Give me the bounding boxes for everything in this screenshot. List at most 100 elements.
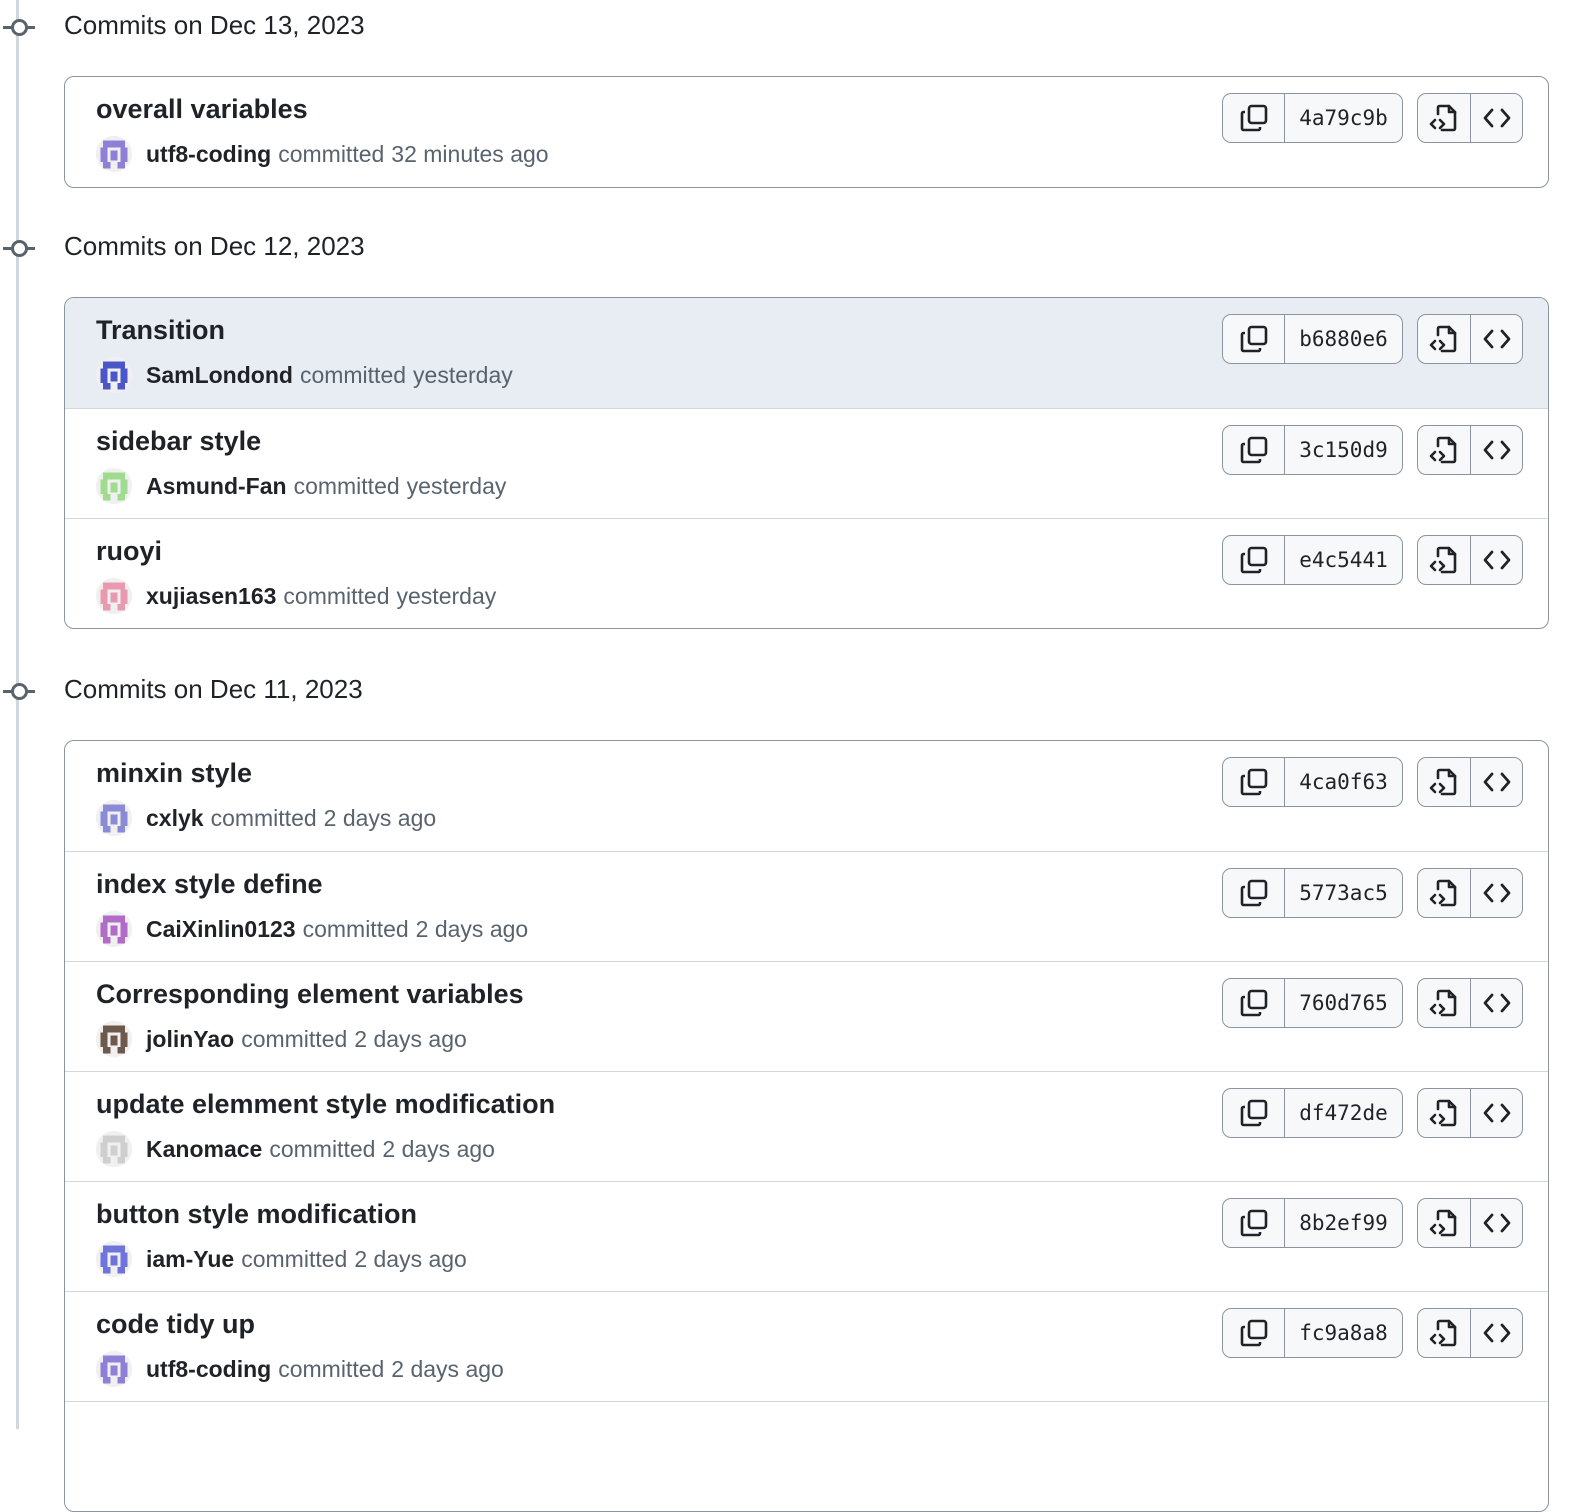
file-code-icon (1427, 876, 1461, 910)
commit-group: Commits on Dec 12, 2023 Transition SamLon… (0, 221, 1569, 629)
copy-sha-button[interactable] (1223, 1089, 1284, 1137)
commit-action: committed (210, 804, 317, 831)
view-commit-details-button[interactable] (1418, 869, 1470, 917)
browse-repo-button[interactable] (1470, 758, 1522, 806)
commit-time: yesterday (406, 472, 507, 499)
commit-sha-link[interactable]: b6880e6 (1284, 315, 1402, 363)
view-commit-details-button[interactable] (1418, 1199, 1470, 1247)
author-link[interactable]: jolinYao (146, 1026, 234, 1053)
commit-action: committed (278, 1355, 385, 1382)
author-link[interactable]: xujiasen163 (146, 583, 276, 610)
author-link[interactable]: utf8-coding (146, 141, 271, 168)
commit-sha-link[interactable]: e4c5441 (1284, 536, 1402, 584)
commit-sha-link[interactable]: 760d765 (1284, 979, 1402, 1027)
author-link[interactable]: iam-Yue (146, 1246, 234, 1273)
commit-title-link[interactable]: sidebar style (96, 426, 261, 457)
browse-repo-button[interactable] (1470, 315, 1522, 363)
commit-title-link[interactable]: minxin style (96, 758, 252, 789)
commit-title-link[interactable]: ruoyi (96, 536, 162, 567)
commit-row: Corresponding element variables jolinYao c… (65, 961, 1548, 1071)
view-commit-details-button[interactable] (1418, 94, 1470, 142)
commit-title-link[interactable]: index style define (96, 869, 323, 900)
file-code-icon (1427, 1316, 1461, 1350)
commit-sha-link[interactable]: df472de (1284, 1089, 1402, 1137)
commit-title-link[interactable]: code tidy up (96, 1309, 255, 1340)
view-button-group (1417, 1308, 1523, 1358)
copy-sha-button[interactable] (1223, 758, 1284, 806)
author-link[interactable]: utf8-coding (146, 1356, 271, 1383)
commit-group: Commits on Dec 11, 2023 minxin style cxly… (0, 664, 1569, 1512)
view-commit-details-button[interactable] (1418, 979, 1470, 1027)
view-commit-details-button[interactable] (1418, 426, 1470, 474)
file-code-icon (1427, 986, 1461, 1020)
view-commit-details-button[interactable] (1418, 315, 1470, 363)
code-icon (1481, 987, 1513, 1019)
copy-sha-button[interactable] (1223, 536, 1284, 584)
author-link[interactable]: cxlyk (146, 805, 204, 832)
commit-sha-link[interactable]: 5773ac5 (1284, 869, 1402, 917)
avatar[interactable] (96, 800, 132, 836)
commit-row (65, 1401, 1548, 1511)
browse-repo-button[interactable] (1470, 979, 1522, 1027)
commit-meta: utf8-coding committed 2 days ago (96, 1350, 504, 1388)
browse-repo-button[interactable] (1470, 1199, 1522, 1247)
commit-row: Transition SamLondond committed yesterday b6… (65, 298, 1548, 408)
commit-sha-link[interactable]: 3c150d9 (1284, 426, 1402, 474)
copy-sha-button[interactable] (1223, 1199, 1284, 1247)
avatar[interactable] (96, 468, 132, 504)
commit-meta: SamLondond committed yesterday (96, 356, 513, 394)
avatar[interactable] (96, 578, 132, 614)
commit-sha-link[interactable]: 4ca0f63 (1284, 758, 1402, 806)
commit-meta: jolinYao committed 2 days ago (96, 1020, 467, 1058)
view-commit-details-button[interactable] (1418, 536, 1470, 584)
commit-row: minxin style cxlyk committed 2 days ago 4ca0… (65, 741, 1548, 851)
copy-sha-button[interactable] (1223, 1309, 1284, 1357)
view-commit-details-button[interactable] (1418, 758, 1470, 806)
commit-title-link[interactable]: Transition (96, 315, 225, 346)
browse-repo-button[interactable] (1470, 536, 1522, 584)
copy-sha-button[interactable] (1223, 869, 1284, 917)
sha-button-group: e4c5441 (1222, 535, 1403, 585)
code-icon (1481, 544, 1513, 576)
commit-title-link[interactable]: Corresponding element variables (96, 979, 524, 1010)
copy-sha-button[interactable] (1223, 979, 1284, 1027)
commit-action: committed (293, 472, 400, 499)
commit-sha-link[interactable]: 4a79c9b (1284, 94, 1402, 142)
avatar[interactable] (96, 357, 132, 393)
view-commit-details-button[interactable] (1418, 1309, 1470, 1357)
file-code-icon (1427, 765, 1461, 799)
commit-meta: CaiXinlin0123 committed 2 days ago (96, 910, 528, 948)
author-link[interactable]: Asmund-Fan (146, 473, 287, 500)
copy-sha-button[interactable] (1223, 426, 1284, 474)
view-commit-details-button[interactable] (1418, 1089, 1470, 1137)
commit-meta: cxlyk committed 2 days ago (96, 799, 436, 837)
browse-repo-button[interactable] (1470, 426, 1522, 474)
commit-time: 2 days ago (382, 1135, 495, 1162)
sha-button-group: b6880e6 (1222, 314, 1403, 364)
commit-action: committed (302, 915, 409, 942)
copy-sha-button[interactable] (1223, 315, 1284, 363)
browse-repo-button[interactable] (1470, 1309, 1522, 1357)
commit-title-link[interactable]: overall variables (96, 94, 308, 125)
author-link[interactable]: Kanomace (146, 1136, 262, 1163)
avatar[interactable] (96, 1131, 132, 1167)
commit-row: code tidy up utf8-coding committed 2 days a… (65, 1291, 1548, 1401)
commit-time: 2 days ago (391, 1355, 504, 1382)
commit-sha-link[interactable]: fc9a8a8 (1284, 1309, 1402, 1357)
author-link[interactable]: SamLondond (146, 362, 293, 389)
commit-title-link[interactable]: button style modification (96, 1199, 417, 1230)
avatar[interactable] (96, 1021, 132, 1057)
avatar[interactable] (96, 1241, 132, 1277)
avatar[interactable] (96, 136, 132, 172)
copy-icon (1238, 1317, 1270, 1349)
code-icon (1481, 323, 1513, 355)
browse-repo-button[interactable] (1470, 869, 1522, 917)
browse-repo-button[interactable] (1470, 94, 1522, 142)
avatar[interactable] (96, 1351, 132, 1387)
commit-title-link[interactable]: update elemment style modification (96, 1089, 555, 1120)
copy-sha-button[interactable] (1223, 94, 1284, 142)
author-link[interactable]: CaiXinlin0123 (146, 916, 296, 943)
browse-repo-button[interactable] (1470, 1089, 1522, 1137)
avatar[interactable] (96, 911, 132, 947)
commit-sha-link[interactable]: 8b2ef99 (1284, 1199, 1402, 1247)
